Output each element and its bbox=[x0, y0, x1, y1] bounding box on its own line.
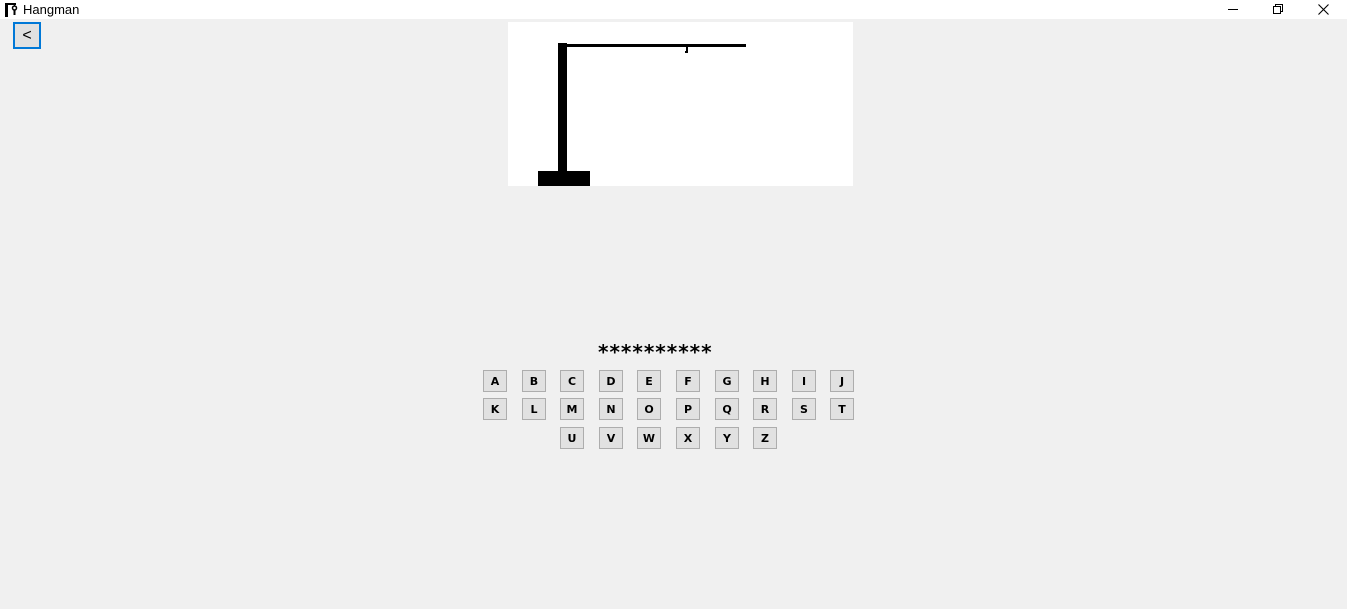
minimize-icon bbox=[1228, 9, 1238, 10]
letter-key-m[interactable]: M bbox=[560, 398, 584, 420]
hangman-canvas bbox=[508, 22, 853, 186]
gallows-drawing bbox=[538, 43, 746, 186]
letter-key-t[interactable]: T bbox=[830, 398, 854, 420]
letter-key-u[interactable]: U bbox=[560, 427, 584, 449]
letter-key-h[interactable]: H bbox=[753, 370, 777, 392]
gallows-base bbox=[538, 171, 590, 186]
gallows-post bbox=[558, 43, 567, 173]
title-bar: Hangman bbox=[0, 0, 1347, 19]
letter-key-v[interactable]: V bbox=[599, 427, 623, 449]
letter-key-g[interactable]: G bbox=[715, 370, 739, 392]
close-button[interactable] bbox=[1301, 0, 1346, 19]
letter-key-x[interactable]: X bbox=[676, 427, 700, 449]
letter-key-c[interactable]: C bbox=[560, 370, 584, 392]
letter-key-n[interactable]: N bbox=[599, 398, 623, 420]
letter-key-p[interactable]: P bbox=[676, 398, 700, 420]
letter-key-r[interactable]: R bbox=[753, 398, 777, 420]
gallows-beam bbox=[558, 44, 746, 47]
letter-key-o[interactable]: O bbox=[637, 398, 661, 420]
letter-key-w[interactable]: W bbox=[637, 427, 661, 449]
masked-word: ********** bbox=[598, 340, 713, 364]
letter-key-l[interactable]: L bbox=[522, 398, 546, 420]
letter-key-a[interactable]: A bbox=[483, 370, 507, 392]
letter-key-z[interactable]: Z bbox=[753, 427, 777, 449]
window-title: Hangman bbox=[23, 2, 80, 17]
restore-icon bbox=[1273, 4, 1283, 14]
rope-knot bbox=[685, 51, 688, 53]
restore-button[interactable] bbox=[1256, 0, 1301, 19]
letter-key-j[interactable]: J bbox=[830, 370, 854, 392]
hangman-app-icon bbox=[5, 3, 18, 17]
letter-key-b[interactable]: B bbox=[522, 370, 546, 392]
letter-key-e[interactable]: E bbox=[637, 370, 661, 392]
letter-key-d[interactable]: D bbox=[599, 370, 623, 392]
letter-key-y[interactable]: Y bbox=[715, 427, 739, 449]
letter-key-q[interactable]: Q bbox=[715, 398, 739, 420]
letter-key-f[interactable]: F bbox=[676, 370, 700, 392]
close-icon bbox=[1318, 4, 1329, 15]
letter-key-i[interactable]: I bbox=[792, 370, 816, 392]
letter-key-k[interactable]: K bbox=[483, 398, 507, 420]
minimize-button[interactable] bbox=[1211, 0, 1256, 19]
back-button[interactable]: < bbox=[13, 22, 41, 49]
letter-key-s[interactable]: S bbox=[792, 398, 816, 420]
